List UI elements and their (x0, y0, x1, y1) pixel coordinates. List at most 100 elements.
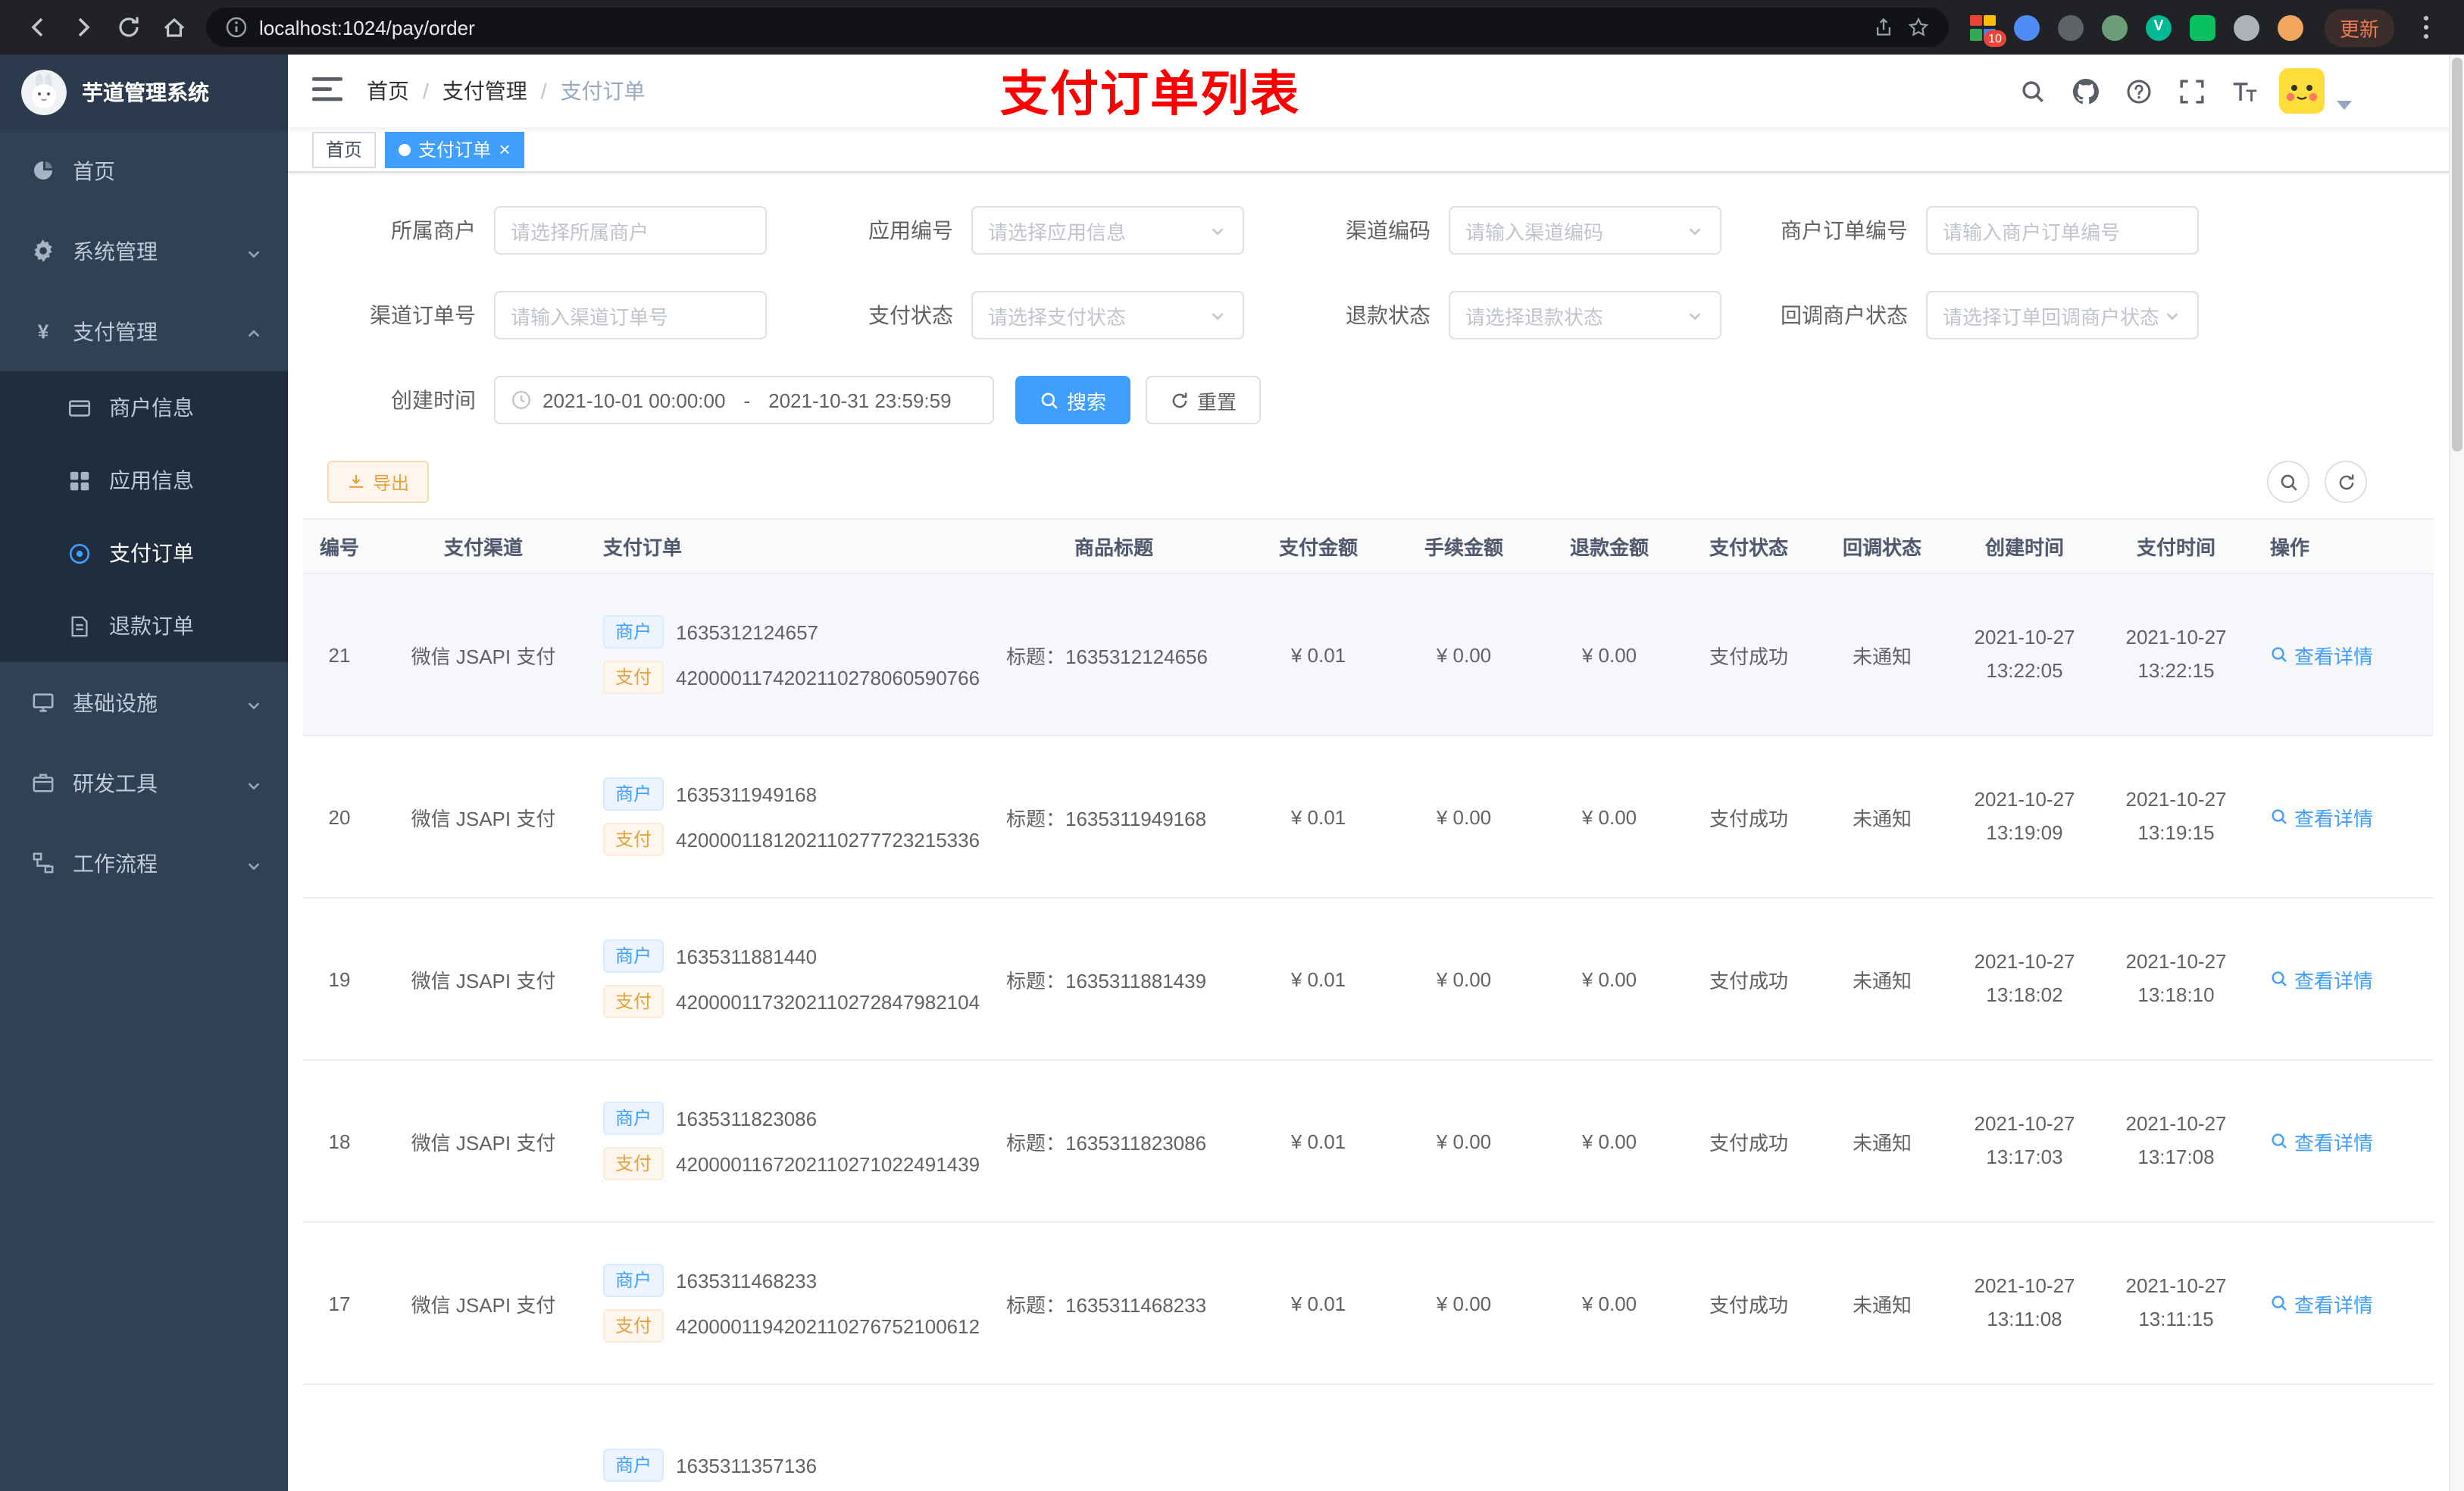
site-info-icon[interactable] (224, 16, 247, 39)
green-extension-icon[interactable] (2101, 14, 2128, 40)
filter-refund-status-select[interactable]: 请选择退款状态 (1449, 291, 1721, 339)
filter-notify-status-select[interactable]: 请选择订单回调商户状态 (1926, 291, 2199, 339)
column-header: 支付渠道 (376, 518, 591, 574)
cell-channel: 微信 JSAPI 支付 (376, 1222, 591, 1385)
cell-order: 商户 1635311823086 支付 4200001167202110271022… (591, 1060, 982, 1223)
view-detail-link[interactable]: 查看详情 (2270, 1289, 2373, 1318)
filter-field-pay-status: 支付状态 请选择支付状态 (805, 291, 1282, 339)
chevron-down-icon (1687, 221, 1705, 239)
tab-0[interactable]: 首页 (312, 131, 377, 167)
column-header: 商品标题 (982, 518, 1246, 574)
tool-refresh-icon[interactable] (2325, 461, 2367, 503)
github-icon[interactable] (2072, 77, 2099, 105)
sidebar-subitem-1[interactable]: 应用信息 (0, 444, 288, 517)
bookmark-star-icon[interactable] (1908, 16, 1931, 39)
filter-app-no-select[interactable]: 请选择应用信息 (971, 206, 1244, 255)
profile-avatar-icon[interactable] (2277, 14, 2303, 40)
table-row-partial[interactable]: 商户 1635311357136 (303, 1384, 2434, 1491)
reload-icon[interactable] (109, 8, 149, 47)
chrome-update-button[interactable]: 更新 (2324, 8, 2394, 46)
breadcrumb-item[interactable]: 首页 (367, 76, 409, 106)
home-icon[interactable] (155, 8, 194, 47)
reset-button[interactable]: 重置 (1146, 376, 1262, 424)
drop-extension-icon[interactable] (2013, 14, 2040, 40)
cell-create-time: 2021-10-27 13:17:03 (1949, 1060, 2100, 1223)
merchant-tag: 商户 (603, 615, 664, 649)
user-caret-icon[interactable] (2337, 91, 2355, 110)
close-icon[interactable]: × (499, 139, 510, 159)
forward-icon[interactable] (64, 8, 103, 47)
cell-id: 21 (303, 574, 376, 736)
view-detail-link[interactable]: 查看详情 (2270, 1127, 2373, 1155)
placeholder-text: 请选择支付状态 (988, 305, 1127, 328)
column-header: 支付状态 (1682, 518, 1815, 574)
table-toolbar: 导出 (327, 461, 2440, 503)
table-row[interactable]: 20 微信 JSAPI 支付 商户 1635311949168 支付 4200001… (303, 736, 2434, 899)
sidebar-item-1[interactable]: 系统管理 (0, 211, 288, 291)
address-bar[interactable]: localhost:1024/pay/order (206, 8, 1949, 47)
sidebar-item-3[interactable]: 基础设施 (0, 662, 288, 742)
back-icon[interactable] (18, 8, 58, 47)
sidebar-item-5[interactable]: 工作流程 (0, 823, 288, 903)
filter-channel-order-no-input[interactable]: 请输入渠道订单号 (494, 291, 767, 339)
chevron-down-icon (1209, 306, 1227, 324)
filter-label: 渠道订单号 (370, 303, 476, 327)
sidebar-subitem-0[interactable]: 商户信息 (0, 371, 288, 444)
filter-merchant-input[interactable]: 请选择所属商户 (494, 206, 767, 255)
cell-fee: ¥ 0.00 (1391, 1060, 1537, 1223)
filter-field-channel-order-no: 渠道订单号 请输入渠道订单号 (327, 291, 805, 339)
sidebar-subitem-3[interactable]: 退款订单 (0, 589, 288, 662)
export-button[interactable]: 导出 (327, 461, 430, 503)
share-icon[interactable] (1873, 16, 1896, 39)
table-row[interactable]: 21 微信 JSAPI 支付 商户 1635312124657 支付 4200001… (303, 574, 2434, 736)
filter-channel-code-select[interactable]: 请输入渠道编码 (1449, 206, 1721, 255)
font-size-icon[interactable] (2231, 77, 2258, 105)
wechat-devtools-icon[interactable] (2189, 14, 2215, 40)
sidebar-item-4[interactable]: 研发工具 (0, 742, 288, 823)
search-icon[interactable] (2018, 77, 2046, 105)
fullscreen-icon[interactable] (2178, 77, 2205, 105)
vue-devtools-icon[interactable]: V (2145, 14, 2172, 40)
breadcrumb-separator: / (423, 79, 429, 103)
table-header-row: 编号 支付渠道 支付订单 商品标题 支付金额 手续金额 退款金额 支付状态 回调状态 创建时间 支付… (303, 518, 2434, 574)
scrollbar-thumb[interactable] (2452, 58, 2462, 452)
scrollbar[interactable] (2449, 55, 2464, 1491)
view-detail-link[interactable]: 查看详情 (2270, 964, 2373, 993)
table-row[interactable]: 18 微信 JSAPI 支付 商户 1635311823086 支付 4200001… (303, 1060, 2434, 1223)
page-content: 所属商户 请选择所属商户 应用编号 请选择应用信息 渠道编码 请输入渠道编码 商… (288, 173, 2464, 1491)
cell-fee: ¥ 0.00 (1391, 1222, 1537, 1385)
extensions-puzzle-icon[interactable]: 10 (1969, 14, 2006, 46)
table-row[interactable]: 17 微信 JSAPI 支付 商户 1635311468233 支付 4200001… (303, 1222, 2434, 1385)
sidebar-subitem-2[interactable]: 支付订单 (0, 517, 288, 589)
hamburger-icon[interactable] (312, 76, 342, 106)
create-time-range-input[interactable]: 2021-10-01 00:00:00 - 2021-10-31 23:59:5… (494, 376, 994, 424)
filter-row: 渠道订单号 请输入渠道订单号 支付状态 请选择支付状态 退款状态 请选择退款状态… (327, 291, 2449, 339)
view-detail-link[interactable]: 查看详情 (2270, 802, 2373, 831)
cell-create-time: 2021-10-27 13:11:08 (1949, 1222, 2100, 1385)
sidebar-item-0[interactable]: 首页 (0, 130, 288, 211)
cell-id: 19 (303, 898, 376, 1061)
refresh-icon (1170, 390, 1190, 410)
tool-search-icon[interactable] (2267, 461, 2309, 503)
chevron-down-icon (1209, 221, 1227, 239)
cell-action: 查看详情 (2252, 736, 2434, 899)
user-avatar[interactable] (2279, 68, 2325, 114)
question-icon[interactable] (2125, 77, 2152, 105)
table-row[interactable]: 19 微信 JSAPI 支付 商户 1635311881440 支付 4200001… (303, 898, 2434, 1061)
view-detail-link[interactable]: 查看详情 (2270, 640, 2373, 669)
tab-1[interactable]: 支付订单 × (385, 131, 524, 167)
yen-icon: ¥ (30, 319, 55, 343)
monitor-icon (30, 690, 55, 714)
cell-title: 标题：1635312124656 (982, 574, 1246, 736)
search-button[interactable]: 搜索 (1015, 376, 1131, 424)
pin-extension-icon[interactable] (2233, 14, 2259, 40)
breadcrumb-item[interactable]: 支付管理 (442, 76, 527, 106)
sidebar-item-2[interactable]: ¥ 支付管理 (0, 291, 288, 371)
filter-merchant-order-no-input[interactable]: 请输入商户订单编号 (1926, 206, 2199, 255)
filter-field-merchant-order-no: 商户订单编号 请输入商户订单编号 (1759, 206, 2237, 255)
filter-pay-status-select[interactable]: 请选择支付状态 (971, 291, 1244, 339)
dark-extension-icon[interactable] (2057, 14, 2084, 40)
cell-create-time: 2021-10-27 13:18:02 (1949, 898, 2100, 1061)
browser-menu-icon[interactable] (2406, 8, 2446, 47)
sidebar-submenu: 商户信息 应用信息 支付订单 退款订单 (0, 371, 288, 662)
